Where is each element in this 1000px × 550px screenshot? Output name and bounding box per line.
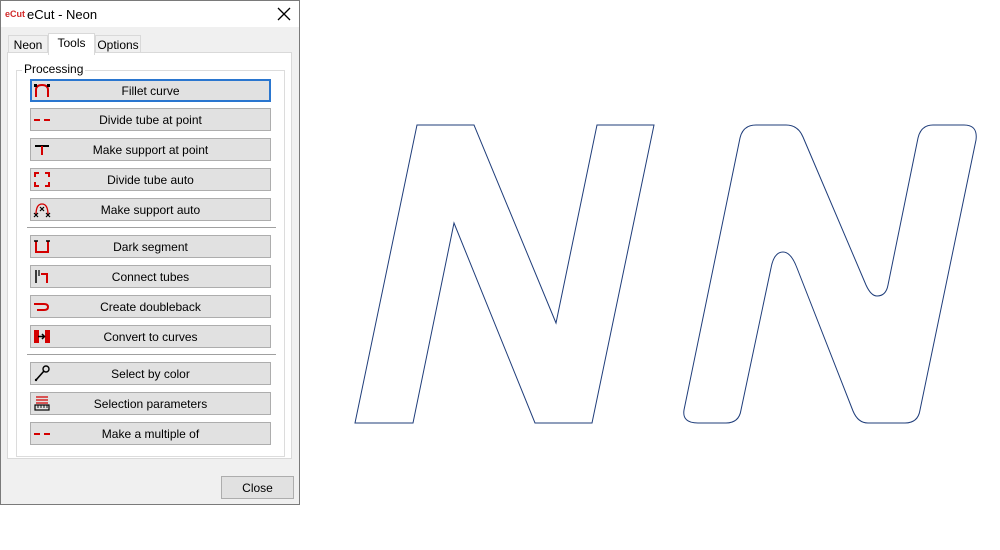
make-support-auto-button[interactable]: Make support auto	[30, 198, 271, 221]
make-support-auto-label: Make support auto	[100, 202, 201, 217]
make-a-multiple-of-button[interactable]: Make a multiple of	[30, 422, 271, 445]
close-button[interactable]: Close	[221, 476, 294, 499]
letter-n-outline-left[interactable]	[354, 124, 655, 424]
make-a-multiple-of-label: Make a multiple of	[101, 426, 200, 441]
letter-n-outline-right[interactable]	[683, 124, 977, 424]
divide-tube-at-point-button[interactable]: Divide tube at point	[30, 108, 271, 131]
divide-tube-at-point-label: Divide tube at point	[99, 112, 202, 127]
create-doubleback-label: Create doubleback	[100, 299, 201, 314]
connect-tubes-button[interactable]: Connect tubes	[30, 265, 271, 288]
dark-segment-button[interactable]: Dark segment	[30, 235, 271, 258]
title-bar: eCut eCut - Neon	[1, 1, 299, 27]
separator	[27, 227, 276, 228]
make-support-at-point-button[interactable]: Make support at point	[30, 138, 271, 161]
drawing-canvas[interactable]	[302, 0, 1000, 550]
connect-tubes-label: Connect tubes	[111, 269, 190, 284]
select-by-color-label: Select by color	[111, 366, 190, 381]
app-logo: eCut	[5, 9, 25, 19]
divide-tube-auto-button[interactable]: Divide tube auto	[30, 168, 271, 191]
close-icon[interactable]	[271, 1, 297, 27]
selection-parameters-label: Selection parameters	[93, 396, 208, 411]
processing-group-label: Processing	[22, 62, 86, 76]
convert-to-curves-label: Convert to curves	[103, 329, 198, 344]
separator	[27, 354, 276, 355]
selection-parameters-button[interactable]: Selection parameters	[30, 392, 271, 415]
create-doubleback-button[interactable]: Create doubleback	[30, 295, 271, 318]
convert-to-curves-button[interactable]: Convert to curves	[30, 325, 271, 348]
select-by-color-button[interactable]: Select by color	[30, 362, 271, 385]
dark-segment-label: Dark segment	[113, 239, 188, 254]
window-title: eCut - Neon	[27, 6, 98, 22]
make-support-at-point-label: Make support at point	[92, 142, 209, 157]
tab-tools[interactable]: Tools	[48, 33, 95, 55]
fillet-curve-label: Fillet curve	[121, 83, 180, 98]
fillet-curve-button[interactable]: Fillet curve	[30, 79, 271, 102]
divide-tube-auto-label: Divide tube auto	[107, 172, 194, 187]
